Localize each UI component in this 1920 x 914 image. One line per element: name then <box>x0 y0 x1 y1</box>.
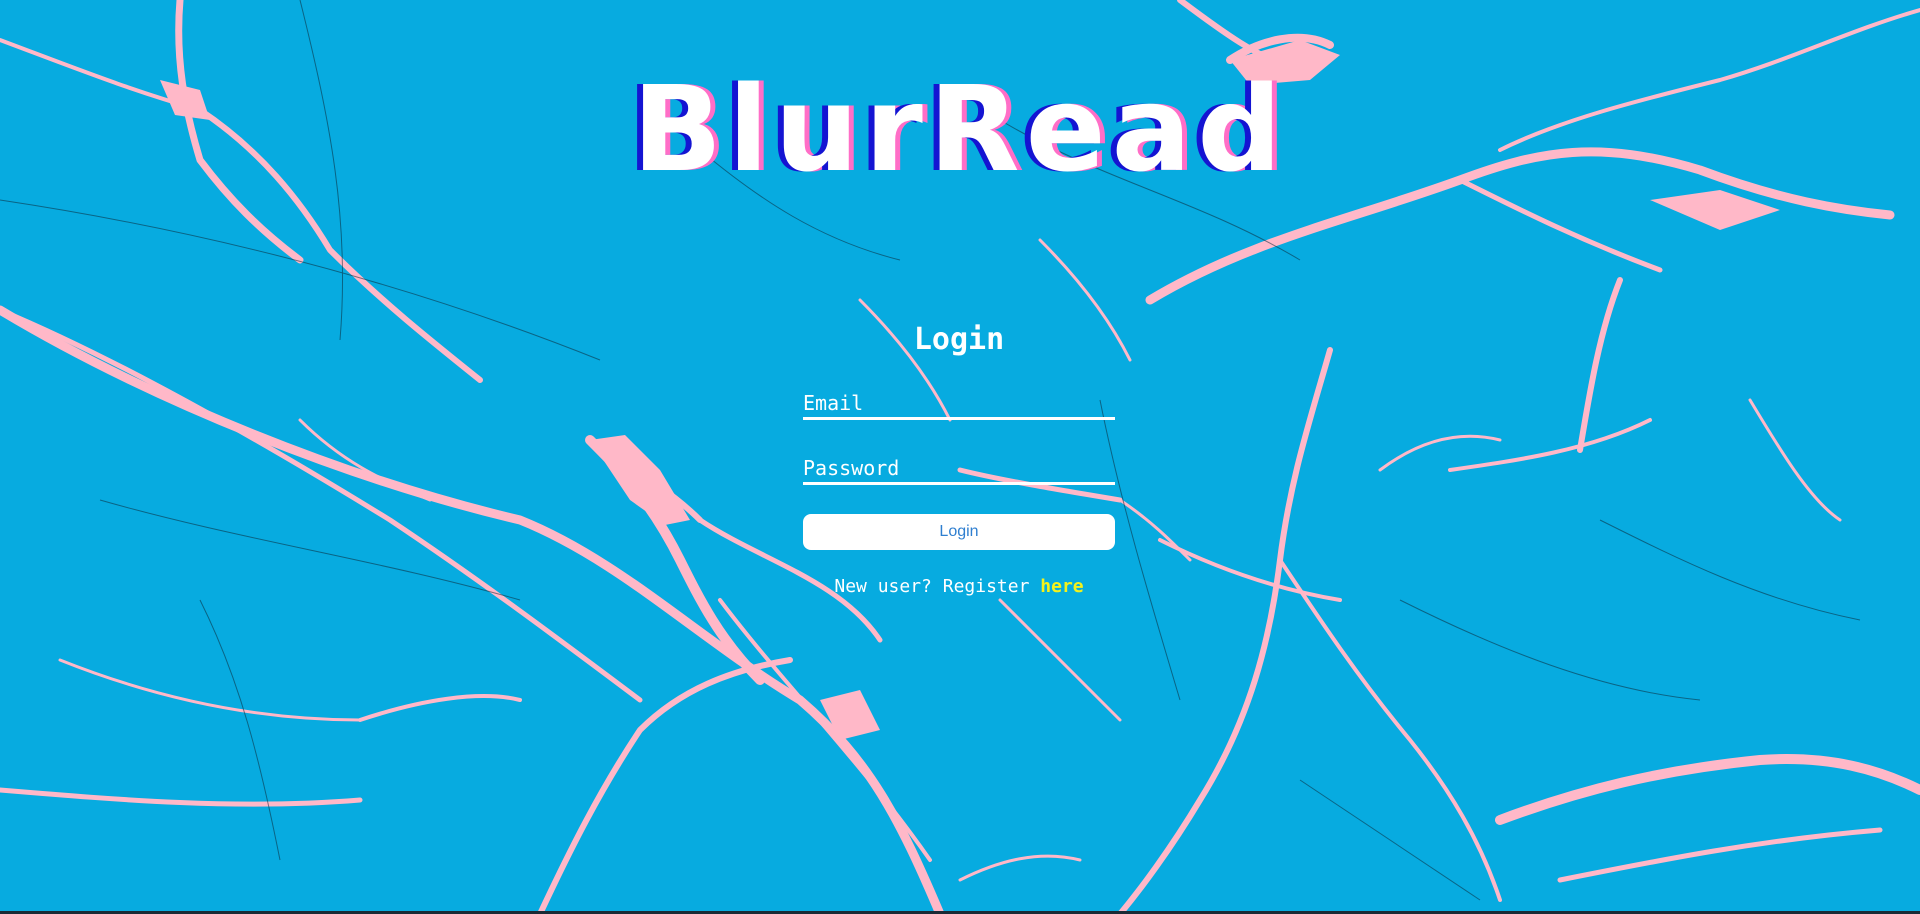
register-prompt: New user? Register here <box>803 576 1115 597</box>
register-link[interactable]: here <box>1040 576 1083 597</box>
register-prompt-text: New user? Register <box>834 576 1041 597</box>
password-field-wrapper <box>803 456 1115 485</box>
email-field-wrapper <box>803 391 1115 420</box>
login-button[interactable]: Login <box>803 514 1115 550</box>
password-field[interactable] <box>803 456 1115 485</box>
login-heading: Login <box>913 322 1005 357</box>
login-form: Login Login New user? Register here <box>803 318 1115 597</box>
email-field[interactable] <box>803 391 1115 420</box>
app-logo: BlurRead <box>632 60 1288 198</box>
